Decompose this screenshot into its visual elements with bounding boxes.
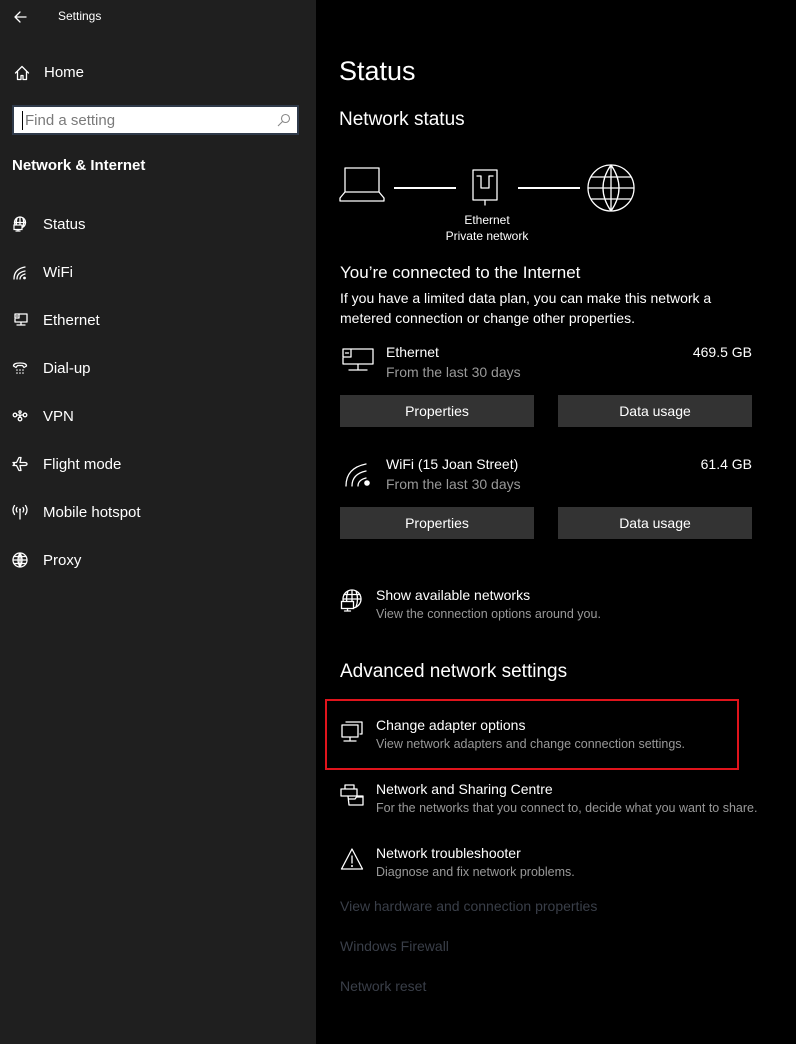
network-diagram bbox=[339, 164, 635, 212]
network-reset-link[interactable]: Network reset bbox=[340, 978, 426, 994]
link-subtitle: View the connection options around you. bbox=[376, 607, 601, 621]
laptop-icon bbox=[339, 167, 385, 202]
sidebar-item-label: Proxy bbox=[43, 552, 82, 569]
sidebar-item-ethernet[interactable]: Ethernet bbox=[0, 300, 316, 340]
ethernet-properties-button[interactable]: Properties bbox=[340, 395, 534, 427]
highlight-box bbox=[325, 699, 739, 770]
connection-usage: 469.5 GB bbox=[692, 344, 752, 360]
internet-globe-icon bbox=[587, 164, 635, 212]
arrow-left-icon bbox=[14, 11, 27, 23]
sidebar-item-label: Dial-up bbox=[43, 360, 91, 377]
ethernet-icon bbox=[342, 348, 374, 371]
advanced-heading: Advanced network settings bbox=[340, 661, 568, 682]
ethernet-connection: Ethernet From the last 30 days 469.5 GB bbox=[340, 344, 752, 384]
sidebar-item-wifi[interactable]: WiFi bbox=[0, 252, 316, 292]
app-title: Settings bbox=[58, 9, 102, 23]
sidebar-item-label: VPN bbox=[43, 408, 74, 425]
wifi-icon bbox=[345, 463, 370, 487]
show-available-networks[interactable]: Show available networks View the connect… bbox=[340, 587, 780, 631]
sharing-icon bbox=[340, 784, 364, 806]
network-and-sharing-centre[interactable]: Network and Sharing Centre For the netwo… bbox=[340, 781, 780, 825]
warning-icon bbox=[340, 848, 364, 870]
network-status-heading: Network status bbox=[339, 109, 465, 130]
sidebar-item-status[interactable]: Status bbox=[0, 204, 316, 244]
sidebar-item-vpn[interactable]: VPN bbox=[0, 396, 316, 436]
page-title: Status bbox=[339, 56, 416, 86]
sidebar-item-label: WiFi bbox=[43, 264, 73, 281]
ethernet-data-usage-button[interactable]: Data usage bbox=[558, 395, 752, 427]
network-status-icon bbox=[340, 589, 362, 612]
section-title: Network & Internet bbox=[12, 157, 146, 174]
connection-usage: 61.4 GB bbox=[700, 456, 752, 472]
hotspot-icon bbox=[12, 504, 28, 520]
sidebar-item-label: Flight mode bbox=[43, 456, 122, 473]
network-status-icon bbox=[13, 216, 27, 232]
wifi-connection: WiFi (15 Joan Street) From the last 30 d… bbox=[340, 456, 752, 496]
link-title: Network troubleshooter bbox=[376, 845, 521, 861]
home-label: Home bbox=[44, 64, 85, 81]
sidebar-item-flight-mode[interactable]: Flight mode bbox=[0, 444, 316, 484]
airplane-icon bbox=[12, 456, 28, 472]
network-troubleshooter[interactable]: Network troubleshooter Diagnose and fix … bbox=[340, 845, 780, 889]
globe-icon bbox=[12, 552, 28, 568]
link-subtitle: Diagnose and fix network problems. bbox=[376, 865, 575, 879]
vpn-icon bbox=[12, 410, 28, 422]
back-button[interactable] bbox=[12, 8, 30, 26]
connected-heading: You’re connected to the Internet bbox=[340, 263, 581, 282]
connection-period: From the last 30 days bbox=[386, 364, 521, 380]
ethernet-icon bbox=[14, 313, 28, 326]
link-subtitle: For the networks that you connect to, de… bbox=[376, 801, 758, 815]
sidebar-item-label: Mobile hotspot bbox=[43, 504, 141, 521]
search-box[interactable] bbox=[12, 105, 299, 135]
sidebar-item-dialup[interactable]: Dial-up bbox=[0, 348, 316, 388]
link-title: Show available networks bbox=[376, 587, 531, 603]
ethernet-port-icon bbox=[472, 169, 498, 206]
home-icon bbox=[14, 65, 30, 81]
connected-description: If you have a limited data plan, you can… bbox=[340, 290, 712, 326]
diagram-network-type: Private network bbox=[445, 229, 529, 243]
wifi-properties-button[interactable]: Properties bbox=[340, 507, 534, 539]
sidebar-item-label: Status bbox=[43, 216, 86, 233]
wifi-icon bbox=[13, 266, 26, 280]
search-icon[interactable] bbox=[277, 113, 291, 127]
connection-name: Ethernet bbox=[386, 344, 439, 360]
connection-period: From the last 30 days bbox=[386, 476, 521, 492]
diagram-adapter-name: Ethernet bbox=[464, 213, 510, 227]
diagram-label: Ethernet Private network bbox=[441, 212, 533, 244]
sidebar-item-mobile-hotspot[interactable]: Mobile hotspot bbox=[0, 492, 316, 532]
view-hardware-properties-link[interactable]: View hardware and connection properties bbox=[340, 898, 597, 914]
wifi-data-usage-button[interactable]: Data usage bbox=[558, 507, 752, 539]
link-title: Network and Sharing Centre bbox=[376, 781, 553, 797]
dialup-icon bbox=[12, 362, 28, 374]
windows-firewall-link[interactable]: Windows Firewall bbox=[340, 938, 449, 954]
main-content: Status Network status Ethernet Private n… bbox=[316, 0, 796, 1044]
sidebar: Settings Home Network & Internet Status … bbox=[0, 0, 316, 1044]
sidebar-item-label: Ethernet bbox=[43, 312, 100, 329]
search-input[interactable] bbox=[22, 111, 272, 130]
home-nav[interactable]: Home bbox=[12, 62, 292, 84]
connection-name: WiFi (15 Joan Street) bbox=[386, 456, 519, 472]
sidebar-item-proxy[interactable]: Proxy bbox=[0, 540, 316, 580]
